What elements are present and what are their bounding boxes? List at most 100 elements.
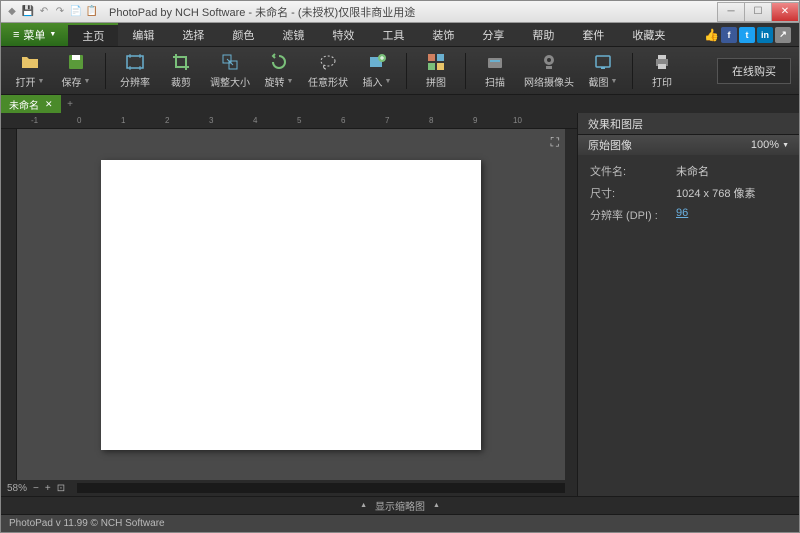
rotate-icon xyxy=(269,52,289,72)
editor-footer: 58% − + ⊡ xyxy=(1,480,577,496)
zoom-out-button[interactable]: − xyxy=(33,483,39,494)
panel-subtitle: 原始图像 xyxy=(588,137,632,153)
shape-button[interactable]: 任意形状 xyxy=(304,49,352,93)
twitter-icon[interactable]: t xyxy=(739,27,755,43)
collage-button[interactable]: 拼图 xyxy=(415,49,457,93)
document-tab[interactable]: 未命名 ✕ xyxy=(1,95,61,113)
undo-icon[interactable]: ↶ xyxy=(37,5,51,19)
app-icon: ◆ xyxy=(5,5,19,19)
social-links: 👍 f t in ↗ xyxy=(704,23,799,46)
menu-color[interactable]: 颜色 xyxy=(218,23,268,46)
resize-button[interactable]: 调整大小 xyxy=(206,49,254,93)
menu-filter[interactable]: 滤镜 xyxy=(268,23,318,46)
buy-online-button[interactable]: 在线购买 xyxy=(717,58,791,84)
menu-home[interactable]: 主页 xyxy=(68,23,118,46)
minimize-button[interactable]: ─ xyxy=(717,2,745,22)
panel-subheader[interactable]: 原始图像 100% ▼ xyxy=(578,135,799,155)
close-button[interactable]: ✕ xyxy=(771,2,799,22)
folder-open-icon xyxy=(20,52,40,72)
new-tab-button[interactable]: + xyxy=(61,95,79,113)
rotate-button[interactable]: 旋转▼ xyxy=(258,49,300,93)
document-tabs: 未命名 ✕ + xyxy=(1,95,799,113)
thumb-label: 显示缩略图 xyxy=(375,498,425,513)
scrollbar-vertical[interactable] xyxy=(565,129,577,480)
chevron-up-icon: ▲ xyxy=(433,502,440,509)
menu-effects[interactable]: 特效 xyxy=(318,23,368,46)
screenshot-button[interactable]: 截图▼ xyxy=(582,49,624,93)
thumbs-up-icon[interactable]: 👍 xyxy=(704,28,719,42)
menubar: ≡ 菜单 ▼ 主页 编辑 选择 颜色 滤镜 特效 工具 装饰 分享 帮助 套件 … xyxy=(1,23,799,47)
save-button[interactable]: 保存▼ xyxy=(55,49,97,93)
titlebar: ◆ 💾 ↶ ↷ 📄 📋 PhotoPad by NCH Software - 未… xyxy=(1,1,799,23)
panel-body: 文件名: 未命名 尺寸: 1024 x 768 像素 分辨率 (DPI) : 9… xyxy=(578,155,799,496)
prop-size: 尺寸: 1024 x 768 像素 xyxy=(590,185,787,201)
crop-button[interactable]: 裁剪 xyxy=(160,49,202,93)
chevron-down-icon: ▼ xyxy=(611,78,618,85)
tab-label: 未命名 xyxy=(9,97,39,112)
menu-tools[interactable]: 工具 xyxy=(368,23,418,46)
menu-share[interactable]: 分享 xyxy=(468,23,518,46)
print-icon xyxy=(652,52,672,72)
new-icon[interactable]: 📋 xyxy=(85,5,99,19)
screenshot-icon xyxy=(593,52,613,72)
menu-decor[interactable]: 装饰 xyxy=(418,23,468,46)
thumbnail-bar[interactable]: ▲ 显示缩略图 ▲ xyxy=(1,496,799,514)
insert-button[interactable]: 插入▼ xyxy=(356,49,398,93)
hamburger-icon: ≡ xyxy=(13,29,19,41)
separator xyxy=(105,53,106,89)
zoom-fit-button[interactable]: ⊡ xyxy=(57,483,65,494)
menu-fav[interactable]: 收藏夹 xyxy=(618,23,679,46)
crop-icon xyxy=(171,52,191,72)
prop-dpi: 分辨率 (DPI) : 96 xyxy=(590,207,787,223)
scanner-icon xyxy=(485,52,505,72)
redo-icon[interactable]: ↷ xyxy=(53,5,67,19)
save-as-icon[interactable]: 📄 xyxy=(69,5,83,19)
dpi-link[interactable]: 96 xyxy=(676,207,688,223)
tab-close-icon[interactable]: ✕ xyxy=(45,99,53,110)
separator xyxy=(632,53,633,89)
scan-button[interactable]: 扫描 xyxy=(474,49,516,93)
canvas-area[interactable]: ⛶ xyxy=(17,129,565,480)
ruler-horizontal: -1012345678910 xyxy=(1,113,577,129)
save-quick-icon[interactable]: 💾 xyxy=(21,5,35,19)
chevron-down-icon: ▼ xyxy=(84,78,91,85)
editor: -1012345678910 ⛶ 58% − + ⊡ xyxy=(1,113,577,496)
menu-suite[interactable]: 套件 xyxy=(568,23,618,46)
canvas[interactable] xyxy=(101,160,481,450)
facebook-icon[interactable]: f xyxy=(721,27,737,43)
chevron-down-icon: ▼ xyxy=(287,78,294,85)
chevron-down-icon: ▼ xyxy=(38,78,45,85)
print-button[interactable]: 打印 xyxy=(641,49,683,93)
zoom-in-button[interactable]: + xyxy=(45,483,51,494)
main-menu-button[interactable]: ≡ 菜单 ▼ xyxy=(1,23,68,46)
maximize-button[interactable]: ☐ xyxy=(744,2,772,22)
webcam-button[interactable]: 网络摄像头 xyxy=(520,49,578,93)
linkedin-icon[interactable]: in xyxy=(757,27,773,43)
menu-help[interactable]: 帮助 xyxy=(518,23,568,46)
statusbar: PhotoPad v 11.99 © NCH Software xyxy=(1,514,799,532)
resolution-button[interactable]: 分辨率 xyxy=(114,49,156,93)
workspace: -1012345678910 ⛶ 58% − + ⊡ 效果和图层 原始 xyxy=(1,113,799,496)
toolbar: 打开▼ 保存▼ 分辨率 裁剪 调整大小 旋转▼ 任意形状 插入▼ xyxy=(1,47,799,95)
side-panel: 效果和图层 原始图像 100% ▼ 文件名: 未命名 尺寸: 1024 x 76… xyxy=(577,113,799,496)
open-button[interactable]: 打开▼ xyxy=(9,49,51,93)
chevron-down-icon[interactable]: ▼ xyxy=(782,142,789,149)
separator xyxy=(465,53,466,89)
separator xyxy=(406,53,407,89)
insert-icon xyxy=(367,52,387,72)
ruler-vertical xyxy=(1,129,17,480)
menu-label: 菜单 xyxy=(23,27,45,43)
chevron-down-icon: ▼ xyxy=(385,78,392,85)
lasso-icon xyxy=(318,52,338,72)
scrollbar-horizontal[interactable] xyxy=(77,483,565,493)
chevron-down-icon: ▼ xyxy=(49,31,56,38)
collage-icon xyxy=(426,52,446,72)
resize-icon xyxy=(220,52,240,72)
share-icon[interactable]: ↗ xyxy=(775,27,791,43)
chevron-up-icon: ▲ xyxy=(360,502,367,509)
menu-edit[interactable]: 编辑 xyxy=(118,23,168,46)
menu-select[interactable]: 选择 xyxy=(168,23,218,46)
quick-access: ◆ 💾 ↶ ↷ 📄 📋 xyxy=(1,5,103,19)
panel-title: 效果和图层 xyxy=(578,113,799,135)
fullscreen-icon[interactable]: ⛶ xyxy=(551,135,559,150)
